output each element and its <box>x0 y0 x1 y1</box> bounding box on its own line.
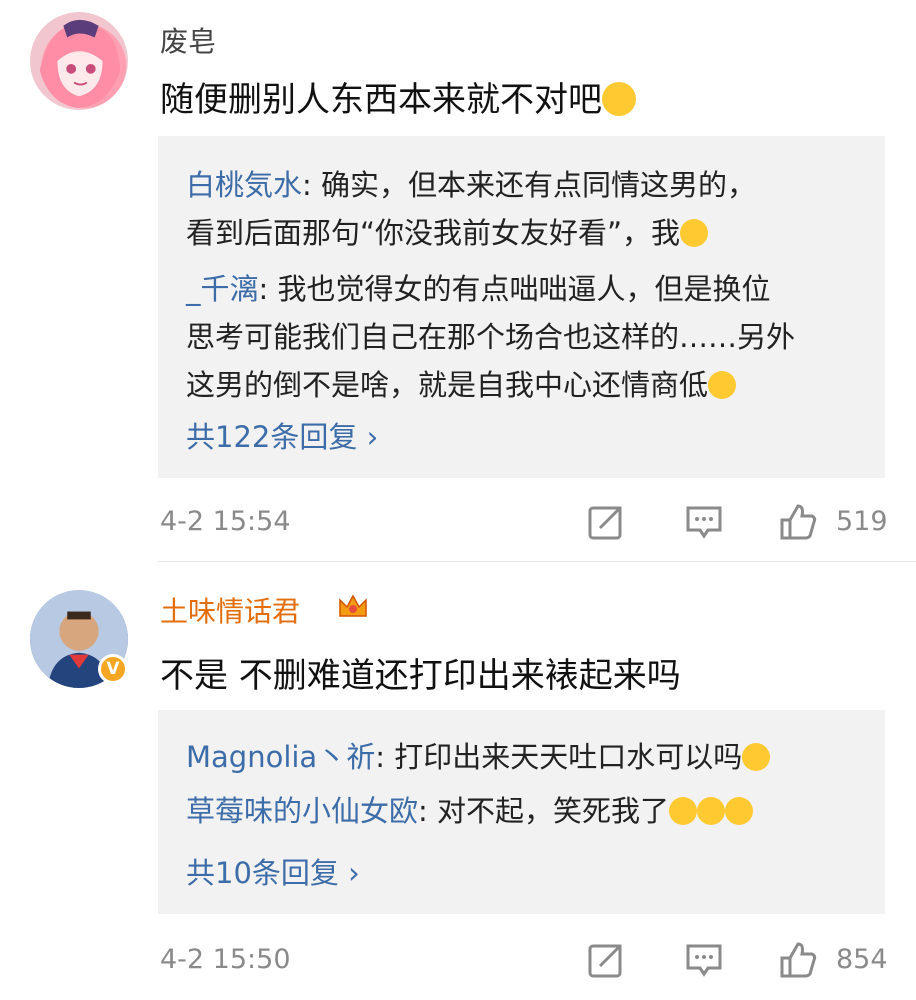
reply-line: 白桃気水: 确实，但本来还有点同情这男的， <box>186 162 756 204</box>
avatar[interactable] <box>30 12 128 110</box>
emoji-icon <box>742 743 771 771</box>
comment-text: 不是 不删难道还打印出来裱起来吗 <box>160 656 681 696</box>
reply-line: 这男的倒不是啥，就是自我中心还情商低 <box>186 362 737 404</box>
share-icon[interactable] <box>586 502 626 542</box>
username[interactable]: 废皂 <box>160 20 216 60</box>
reply-preview-box[interactable]: 白桃気水: 确实，但本来还有点同情这男的， 看到后面那句“你没我前女友好看”，我… <box>158 136 885 478</box>
emoji-icon <box>680 219 709 247</box>
reply-line: Magnolia丶祈: 打印出来天天吐口水可以吗 <box>186 734 771 776</box>
comment-card: 废皂 随便删别人东西本来就不对吧 白桃気水: 确实，但本来还有点同情这男的， 看… <box>0 0 916 562</box>
reply-author[interactable]: Magnolia丶祈 <box>186 740 375 774</box>
timestamp: 4-2 15:54 <box>160 506 291 537</box>
reply-line: 看到后面那句“你没我前女友好看”，我 <box>186 210 709 252</box>
more-replies-link[interactable]: 共10条回复 › <box>186 850 360 892</box>
like-count: 519 <box>836 506 888 537</box>
reply-text: 看到后面那句“你没我前女友好看”，我 <box>186 216 681 250</box>
comment-icon[interactable] <box>684 940 724 980</box>
reply-author[interactable]: _千漓 <box>186 272 259 306</box>
reply-text: : 确实，但本来还有点同情这男的， <box>302 168 757 202</box>
like-count: 854 <box>836 944 888 975</box>
share-icon[interactable] <box>586 940 626 980</box>
comment-icon[interactable] <box>684 502 724 542</box>
reply-text: : 我也觉得女的有点咄咄逼人，但是换位 <box>258 272 771 306</box>
comment-text: 随便删别人东西本来就不对吧 <box>160 72 636 121</box>
emoji-icon <box>708 371 737 399</box>
reply-text: 思考可能我们自己在那个场合也这样的……另外 <box>186 320 796 354</box>
emoji-icon <box>602 82 636 116</box>
reply-text: 这男的倒不是啥，就是自我中心还情商低 <box>186 368 709 402</box>
reply-text: : 对不起，笑死我了 <box>418 794 670 828</box>
like-icon[interactable] <box>778 502 818 542</box>
comment-footer: 4-2 15:50 854 <box>0 930 916 990</box>
reply-preview-box[interactable]: Magnolia丶祈: 打印出来天天吐口水可以吗 草莓味的小仙女欧: 对不起，笑… <box>158 710 885 914</box>
reply-text: : 打印出来天天吐口水可以吗 <box>375 740 743 774</box>
crown-icon <box>339 594 367 617</box>
timestamp: 4-2 15:50 <box>160 944 291 975</box>
emoji-icon <box>669 797 698 825</box>
verified-badge: V <box>98 654 128 684</box>
reply-author[interactable]: 草莓味的小仙女欧 <box>186 794 418 828</box>
more-replies-link[interactable]: 共122条回复 › <box>186 414 378 456</box>
comment-card: V 土味情话君 不是 不删难道还打印出来裱起来吗 Magnolia丶祈: 打印出… <box>0 562 916 1000</box>
emoji-icon <box>697 797 726 825</box>
reply-line: _千漓: 我也觉得女的有点咄咄逼人，但是换位 <box>186 266 771 308</box>
username[interactable]: 土味情话君 <box>160 590 300 630</box>
comment-text-body: 随便删别人东西本来就不对吧 <box>160 80 602 120</box>
emoji-icon <box>725 797 754 825</box>
reply-line: 草莓味的小仙女欧: 对不起，笑死我了 <box>186 788 754 830</box>
reply-author[interactable]: 白桃気水 <box>186 168 302 202</box>
like-icon[interactable] <box>778 940 818 980</box>
reply-line: 思考可能我们自己在那个场合也这样的……另外 <box>186 314 795 356</box>
comment-footer: 4-2 15:54 519 <box>0 492 916 552</box>
